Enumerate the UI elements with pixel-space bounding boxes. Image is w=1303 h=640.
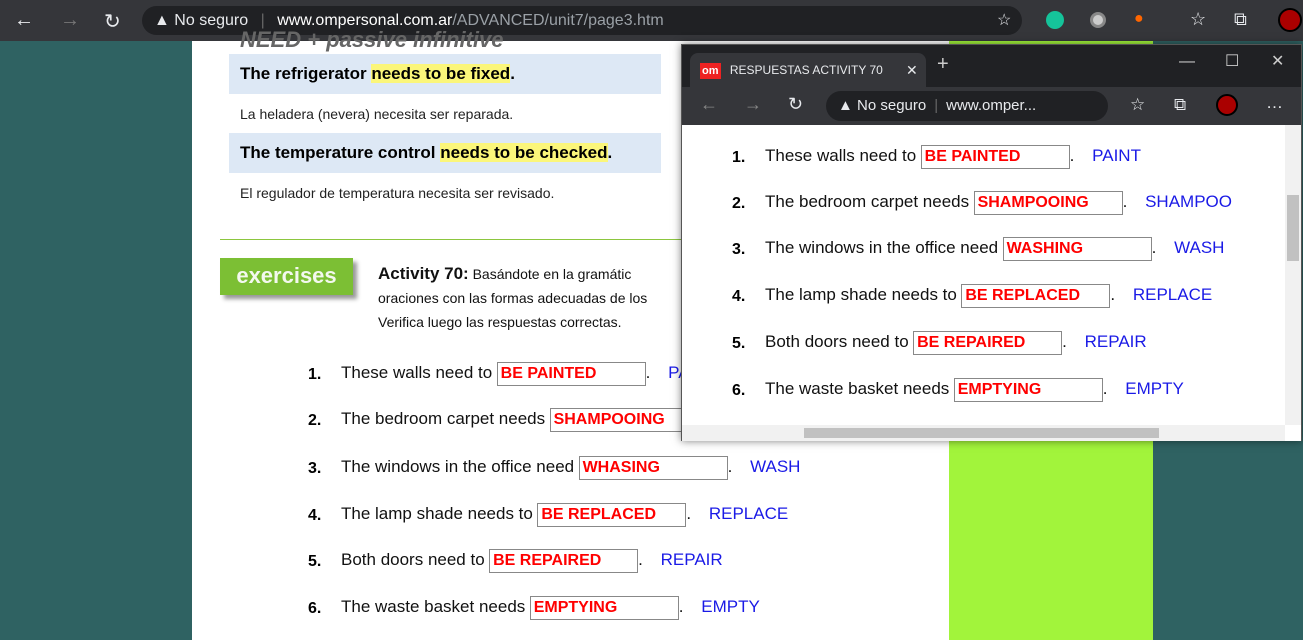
exercise-item: 1.These walls need to BE PAINTED. PAINT: [732, 145, 1141, 169]
favorite-add-icon[interactable]: ☆: [997, 6, 1011, 35]
translation-2: El regulador de temperatura necesita ser…: [240, 185, 555, 201]
browser-toolbar: ← → ↻ ▲ No seguro | www.ompersonal.com.a…: [0, 0, 1303, 41]
answer-field[interactable]: BE PAINTED: [496, 362, 646, 386]
sentence-text: The windows in the office need: [341, 457, 575, 477]
horizontal-scrollbar[interactable]: [682, 425, 1285, 441]
item-number: 3.: [732, 241, 746, 258]
exercise-item: 5. Both doors need to BE REPAIRED. REPAIR: [308, 549, 723, 573]
item-number: 1.: [308, 366, 322, 383]
answer-key: SHAMPOO: [1145, 192, 1232, 212]
answer-field[interactable]: WASHING: [1002, 237, 1152, 261]
answer-field[interactable]: SHAMPOOING: [973, 191, 1123, 215]
reload-icon[interactable]: ↻: [104, 9, 121, 34]
answer-key: WASH: [1174, 238, 1225, 258]
item-number: 4.: [308, 507, 322, 524]
divider: [220, 239, 690, 240]
favorites-icon[interactable]: ☆: [1130, 95, 1145, 115]
more-icon[interactable]: …: [1266, 93, 1283, 113]
sentence-text: Both doors need to: [765, 332, 909, 352]
answer-key: REPLACE: [708, 504, 789, 524]
exercise-item: 6. The waste basket needs EMPTYING. EMPTY: [308, 596, 760, 620]
popup-address-bar[interactable]: ▲ No seguro | www.omper...: [826, 91, 1108, 121]
answer-field[interactable]: BE REPAIRED: [489, 549, 639, 573]
sentence-text: These walls need to: [341, 363, 493, 383]
answer-field[interactable]: EMPTYING: [529, 596, 679, 620]
item-number: 2.: [308, 412, 322, 429]
favorites-icon[interactable]: ☆: [1190, 9, 1206, 30]
exercise-item: 6. The waste basket needs EMPTYING. EMPTY: [732, 378, 1184, 402]
answer-key: PAINT: [1092, 146, 1141, 166]
favicon: om: [700, 62, 721, 79]
fire-extension-icon[interactable]: ●: [1134, 10, 1144, 28]
answer-key: EMPTY: [1125, 379, 1184, 399]
forward-icon[interactable]: →: [60, 9, 80, 32]
example-1: The refrigerator needs to be fixed.: [229, 54, 661, 94]
profile-avatar[interactable]: [1216, 94, 1238, 116]
translation-1: La heladera (nevera) necesita ser repara…: [240, 106, 514, 122]
exercise-item: 4. The lamp shade needs to BE REPLACED. R…: [732, 284, 1212, 308]
exercise-item: 2.The bedroom carpet needs SHAMPOOING. S…: [308, 408, 808, 432]
answer-field[interactable]: BE REPAIRED: [913, 331, 1063, 355]
sentence-text: These walls need to: [765, 146, 917, 166]
item-number: 6.: [732, 382, 746, 399]
item-number: 4.: [732, 288, 746, 305]
sentence-text: The windows in the office need: [765, 238, 999, 258]
sentence-text: The waste basket needs: [765, 379, 950, 399]
answer-key: REPAIR: [660, 550, 723, 570]
vertical-scrollbar[interactable]: [1285, 125, 1301, 425]
exercise-item: 4. The lamp shade needs to BE REPLACED. R…: [308, 503, 788, 527]
grammarly-icon[interactable]: [1046, 11, 1064, 29]
exercise-item: 1.These walls need to BE PAINTED. PAINT: [308, 362, 717, 386]
item-number: 1.: [732, 149, 746, 166]
answer-key: REPLACE: [1132, 285, 1213, 305]
forward-icon[interactable]: →: [744, 94, 762, 115]
warning-icon: ▲: [154, 12, 170, 29]
reload-icon[interactable]: ↻: [788, 94, 803, 115]
answer-field[interactable]: EMPTYING: [953, 378, 1103, 402]
section-heading: NEED + passive infinitive: [240, 27, 504, 52]
answer-field[interactable]: SHAMPOOING: [549, 408, 699, 432]
tab-title: RESPUESTAS ACTIVITY 70: [729, 63, 883, 77]
exercise-item: 5. Both doors need to BE REPAIRED. REPAIR: [732, 331, 1147, 355]
exercise-item: 3. The windows in the office need WASHING…: [732, 237, 1224, 261]
exercise-item: 2.The bedroom carpet needs SHAMPOOING. S…: [732, 191, 1232, 215]
item-number: 5.: [732, 335, 746, 352]
popup-tab[interactable]: om RESPUESTAS ACTIVITY 70 ✕: [690, 53, 926, 87]
sentence-text: The waste basket needs: [341, 597, 526, 617]
item-number: 6.: [308, 600, 322, 617]
answer-key: REPAIR: [1084, 332, 1147, 352]
answer-field[interactable]: WHASING: [578, 456, 728, 480]
item-number: 5.: [308, 553, 322, 570]
answers-popup-window: om RESPUESTAS ACTIVITY 70 ✕ + — ☐ ✕ ← → …: [681, 44, 1302, 441]
security-label: No seguro: [174, 12, 249, 29]
sentence-text: The lamp shade needs to: [341, 504, 533, 524]
back-icon[interactable]: ←: [14, 9, 34, 32]
profile-avatar[interactable]: [1278, 8, 1302, 32]
back-icon[interactable]: ←: [700, 94, 718, 115]
popup-content: 1. These walls need to BE PAINTED. PAINT 2…: [682, 125, 1301, 441]
exercises-label: exercises: [220, 258, 353, 295]
minimize-icon[interactable]: —: [1179, 53, 1195, 71]
sentence-text: The bedroom carpet needs: [341, 409, 546, 429]
answer-field[interactable]: BE PAINTED: [920, 145, 1070, 169]
maximize-icon[interactable]: ☐: [1225, 51, 1239, 71]
activity-instructions: Activity 70: Basándote en la gramátic or…: [378, 264, 648, 330]
exercise-item: 3. The windows in the office need WHASING…: [308, 456, 800, 480]
sentence-text: The lamp shade needs to: [765, 285, 957, 305]
extension-icon[interactable]: [1090, 12, 1106, 28]
answer-field[interactable]: BE REPLACED: [537, 503, 687, 527]
item-number: 3.: [308, 460, 322, 477]
item-number: 2.: [732, 195, 746, 212]
collections-icon[interactable]: ⧉: [1234, 9, 1247, 30]
example-2: The temperature control needs to be chec…: [229, 133, 661, 173]
answer-key: WASH: [750, 457, 801, 477]
close-tab-icon[interactable]: ✕: [906, 53, 918, 87]
new-tab-icon[interactable]: +: [937, 53, 949, 76]
close-window-icon[interactable]: ✕: [1271, 51, 1284, 71]
sentence-text: The bedroom carpet needs: [765, 192, 970, 212]
sentence-text: Both doors need to: [341, 550, 485, 570]
answer-field[interactable]: BE REPLACED: [961, 284, 1111, 308]
collections-icon[interactable]: ⧉: [1174, 95, 1186, 115]
answer-key: EMPTY: [701, 597, 760, 617]
